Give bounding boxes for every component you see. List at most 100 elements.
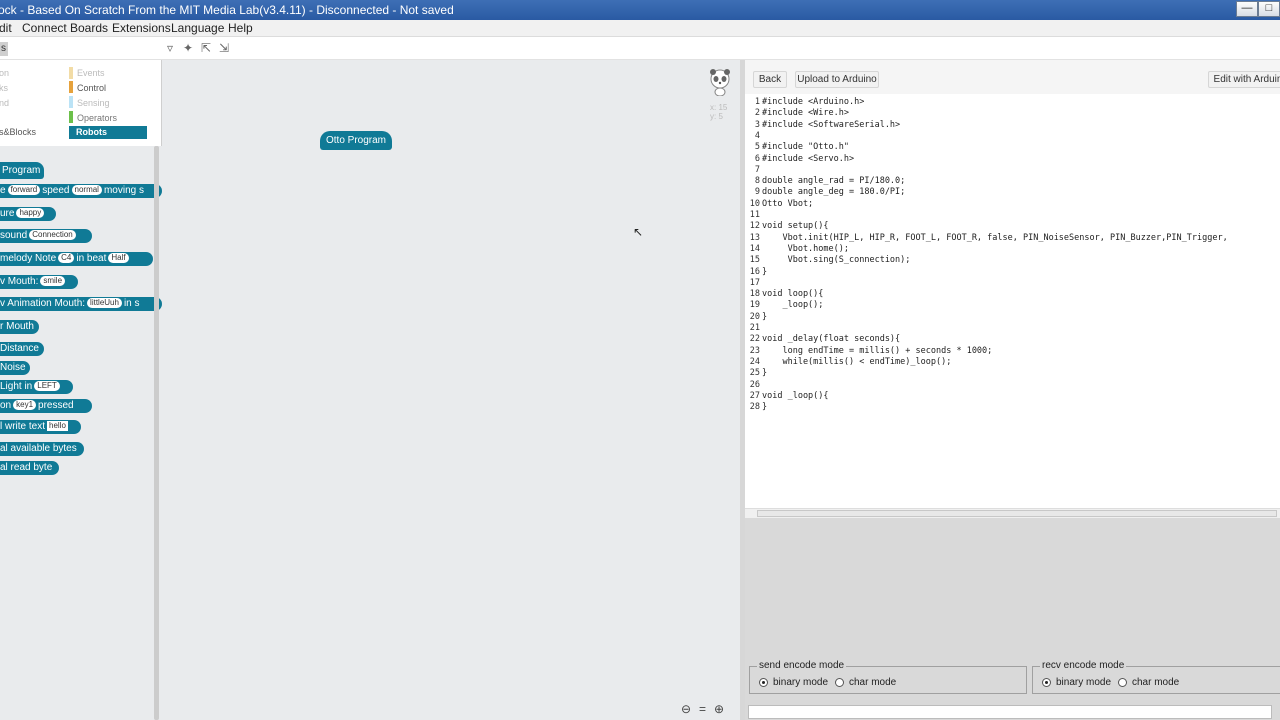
- block-program-hat[interactable]: Program: [0, 162, 44, 179]
- sound-dropdown[interactable]: Connection: [29, 230, 76, 241]
- block-serial-available[interactable]: al available bytes: [0, 442, 84, 456]
- code-line: 24 while(millis() < endTime)_loop();: [745, 356, 952, 368]
- recv-char-radio[interactable]: [1118, 678, 1127, 687]
- code-line: 23 long endTime = millis() + seconds * 1…: [745, 345, 993, 357]
- code-text: void loop(){: [762, 289, 824, 300]
- line-number: 19: [749, 300, 760, 311]
- tab-scripts[interactable]: s: [0, 42, 8, 56]
- line-number: 10: [749, 198, 760, 209]
- serial-monitor: send encode mode binary mode char mode r…: [745, 518, 1280, 720]
- line-number: 24: [749, 356, 760, 367]
- block-serial-write[interactable]: l write text hello: [0, 420, 81, 434]
- mouse-cursor-icon: ↖: [633, 225, 644, 239]
- serial-send-input[interactable]: [748, 705, 1272, 719]
- code-horizontal-scrollbar[interactable]: [745, 508, 1280, 518]
- mouth-dropdown[interactable]: smile: [40, 276, 66, 287]
- line-number: 4: [754, 130, 760, 141]
- script-workspace[interactable]: Otto Program x: 15 y: 5 ⊖ = ⊕ ↖: [162, 60, 740, 720]
- code-line: 9 double angle_deg = 180.0/PI;: [745, 187, 905, 198]
- operators-swatch: [69, 111, 73, 123]
- block-serial-read[interactable]: al read byte: [0, 461, 59, 475]
- window-controls: — □: [1236, 0, 1280, 18]
- category-control[interactable]: Control: [77, 83, 106, 93]
- block-button-pressed[interactable]: on key1 pressed: [0, 399, 92, 413]
- block-text: on: [0, 400, 12, 411]
- code-line: 15 Vbot.sing(S_connection);: [745, 255, 911, 266]
- send-binary-label: binary mode: [773, 677, 829, 688]
- recv-binary-radio[interactable]: [1042, 678, 1051, 687]
- code-line: 5 #include "Otto.h": [745, 142, 849, 153]
- shrink-icon[interactable]: ⇲: [218, 42, 230, 54]
- code-text: void _loop(){: [762, 390, 829, 401]
- zoom-reset-icon[interactable]: =: [699, 702, 706, 716]
- back-button[interactable]: Back: [753, 71, 787, 88]
- line-number: 9: [754, 187, 760, 198]
- category-robots[interactable]: Robots: [69, 126, 147, 139]
- code-text: #include <Arduino.h>: [762, 97, 865, 107]
- edit-with-arduino-button[interactable]: Edit with Arduin: [1208, 71, 1280, 88]
- menu-language[interactable]: Language: [171, 21, 224, 35]
- menu-connect[interactable]: Connect: [22, 21, 67, 35]
- minimize-button[interactable]: —: [1236, 1, 1258, 17]
- category-operators[interactable]: Operators: [77, 113, 117, 123]
- direction-dropdown[interactable]: forward: [7, 185, 41, 196]
- code-line: 3 #include <SoftwareSerial.h>: [745, 120, 900, 131]
- zoom-in-icon[interactable]: ⊕: [714, 702, 724, 716]
- stamp-icon[interactable]: ▿: [164, 42, 176, 54]
- code-line: 10 Otto Vbot;: [745, 199, 813, 210]
- category-motion[interactable]: on: [0, 68, 9, 78]
- code-text: }: [762, 266, 768, 277]
- block-move[interactable]: e forward speed normal moving s: [0, 184, 162, 198]
- cut-icon[interactable]: ✦: [182, 42, 194, 54]
- line-number: 1: [754, 97, 760, 107]
- block-gesture[interactable]: ure happy: [0, 207, 56, 221]
- category-data-blocks[interactable]: s&Blocks: [0, 127, 36, 137]
- block-light[interactable]: Light in LEFT: [0, 380, 73, 394]
- menu-extensions[interactable]: Extensions: [112, 21, 171, 35]
- speed-dropdown[interactable]: normal: [71, 185, 102, 196]
- menu-edit[interactable]: dit: [0, 21, 12, 35]
- scrollbar-thumb[interactable]: [757, 510, 1277, 517]
- code-line: 25}: [745, 368, 767, 379]
- animation-dropdown[interactable]: littleUuh: [87, 298, 122, 309]
- side-dropdown[interactable]: LEFT: [34, 381, 60, 392]
- text-input[interactable]: hello: [47, 421, 68, 432]
- line-number: 23: [749, 345, 760, 356]
- maximize-button[interactable]: □: [1258, 1, 1280, 17]
- block-melody[interactable]: melody Note C4 in beat Half: [0, 252, 153, 266]
- note-dropdown[interactable]: C4: [58, 253, 75, 264]
- line-number: 18: [749, 289, 760, 300]
- block-clear-mouth[interactable]: r Mouth: [0, 320, 39, 334]
- upload-to-arduino-button[interactable]: Upload to Arduino: [795, 71, 879, 88]
- otto-program-block[interactable]: Otto Program: [320, 131, 392, 150]
- app-window: ock - Based On Scratch From the MIT Medi…: [0, 0, 1280, 720]
- key-dropdown[interactable]: key1: [13, 400, 37, 411]
- send-binary-radio[interactable]: [759, 678, 768, 687]
- category-sound[interactable]: nd: [0, 98, 9, 108]
- send-char-radio[interactable]: [835, 678, 844, 687]
- palette-scrollbar[interactable]: [154, 146, 159, 720]
- code-editor[interactable]: 1 #include <Arduino.h> 2 #include <Wire.h> 3…: [745, 94, 1280, 508]
- category-events[interactable]: Events: [77, 68, 105, 78]
- menu-boards[interactable]: Boards: [70, 21, 108, 35]
- grow-icon[interactable]: ⇱: [200, 42, 212, 54]
- line-number: 26: [749, 379, 760, 390]
- zoom-out-icon[interactable]: ⊖: [681, 702, 691, 716]
- block-animation-mouth[interactable]: v Animation Mouth: littleUuh in s: [0, 297, 162, 311]
- line-number: 27: [749, 390, 760, 401]
- block-mouth[interactable]: v Mouth: smile: [0, 275, 78, 289]
- block-distance[interactable]: Distance: [0, 342, 44, 356]
- category-looks[interactable]: ks: [0, 83, 8, 93]
- block-sound[interactable]: sound Connection: [0, 229, 92, 243]
- code-line: 27 void _loop(){: [745, 391, 829, 402]
- code-text: Vbot.init(HIP_L, HIP_R, FOOT_L, FOOT_R, …: [762, 232, 1228, 243]
- beat-dropdown[interactable]: Half: [108, 253, 129, 264]
- gesture-dropdown[interactable]: happy: [16, 208, 45, 219]
- block-noise[interactable]: Noise: [0, 361, 30, 375]
- code-line: 19 _loop();: [745, 300, 824, 311]
- category-sensing[interactable]: Sensing: [77, 98, 110, 108]
- code-line: 7: [745, 165, 762, 176]
- menu-help[interactable]: Help: [228, 21, 253, 35]
- block-text: moving s: [103, 185, 144, 196]
- code-line: 28}: [745, 402, 767, 413]
